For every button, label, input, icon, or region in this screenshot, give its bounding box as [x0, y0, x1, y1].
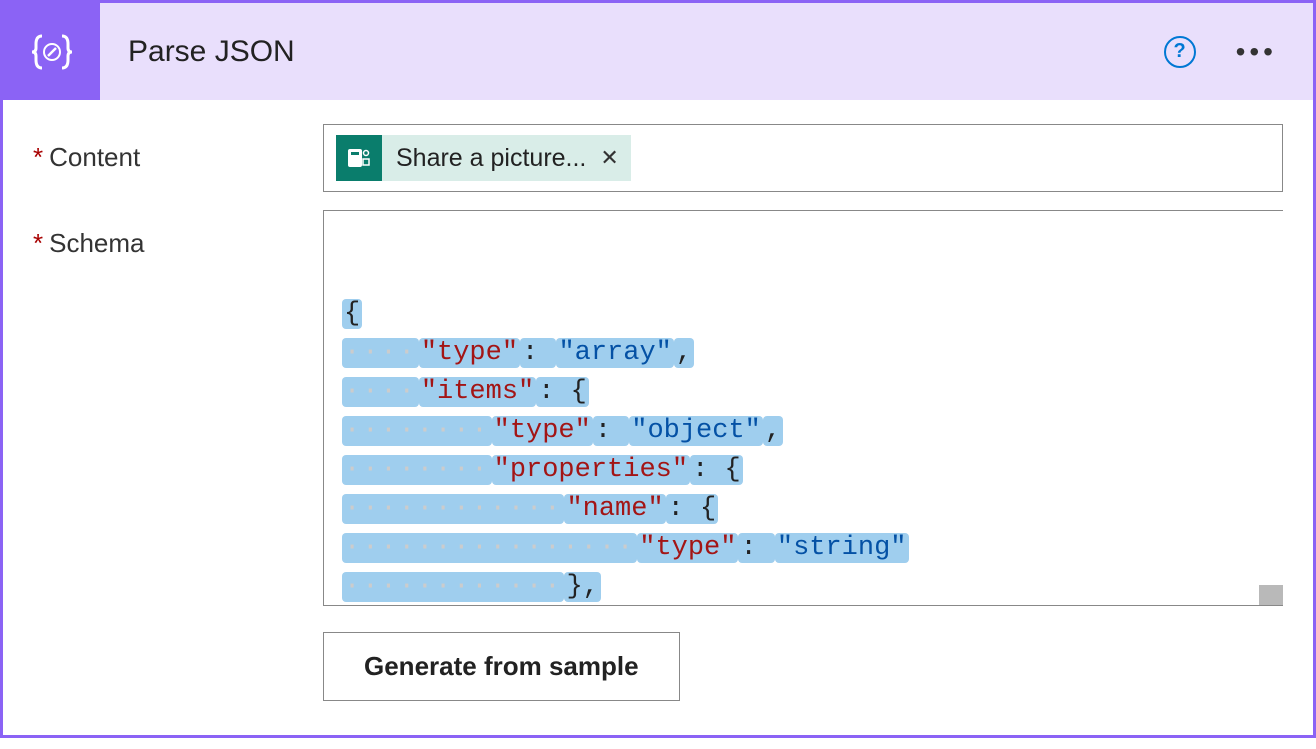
- schema-line: ················"type": "string": [342, 529, 1265, 568]
- action-icon: [3, 3, 100, 100]
- scrollbar-thumb[interactable]: [1259, 585, 1283, 605]
- content-row: *Content Share a picture... ✕: [33, 124, 1283, 192]
- schema-row: *Schema {····"type": "array",····"items"…: [33, 210, 1283, 701]
- content-label: *Content: [33, 124, 323, 173]
- token-label: Share a picture...: [396, 144, 586, 173]
- braces-edit-icon: [28, 28, 76, 76]
- content-input[interactable]: Share a picture... ✕: [323, 124, 1283, 192]
- action-title: Parse JSON: [128, 35, 1164, 69]
- schema-label: *Schema: [33, 210, 323, 259]
- schema-line: ········"type": "object",: [342, 412, 1265, 451]
- schema-line: ············"name": {: [342, 490, 1265, 529]
- schema-line: ····"items": {: [342, 373, 1265, 412]
- token-remove-icon[interactable]: ✕: [600, 145, 618, 171]
- help-icon[interactable]: ?: [1164, 36, 1196, 68]
- generate-from-sample-button[interactable]: Generate from sample: [323, 632, 680, 701]
- action-body: *Content Share a picture... ✕: [3, 100, 1313, 749]
- schema-line: ········"properties": {: [342, 451, 1265, 490]
- schema-line: ····"type": "array",: [342, 334, 1265, 373]
- required-asterisk: *: [33, 228, 43, 258]
- more-icon[interactable]: •••: [1236, 47, 1277, 57]
- schema-line: ············},: [342, 568, 1265, 606]
- required-asterisk: *: [33, 142, 43, 172]
- schema-line: {: [342, 295, 1265, 334]
- forms-icon: [336, 135, 382, 181]
- dynamic-content-token[interactable]: Share a picture... ✕: [336, 135, 631, 181]
- schema-editor[interactable]: {····"type": "array",····"items": {·····…: [323, 210, 1283, 606]
- action-header: Parse JSON ? •••: [3, 3, 1313, 100]
